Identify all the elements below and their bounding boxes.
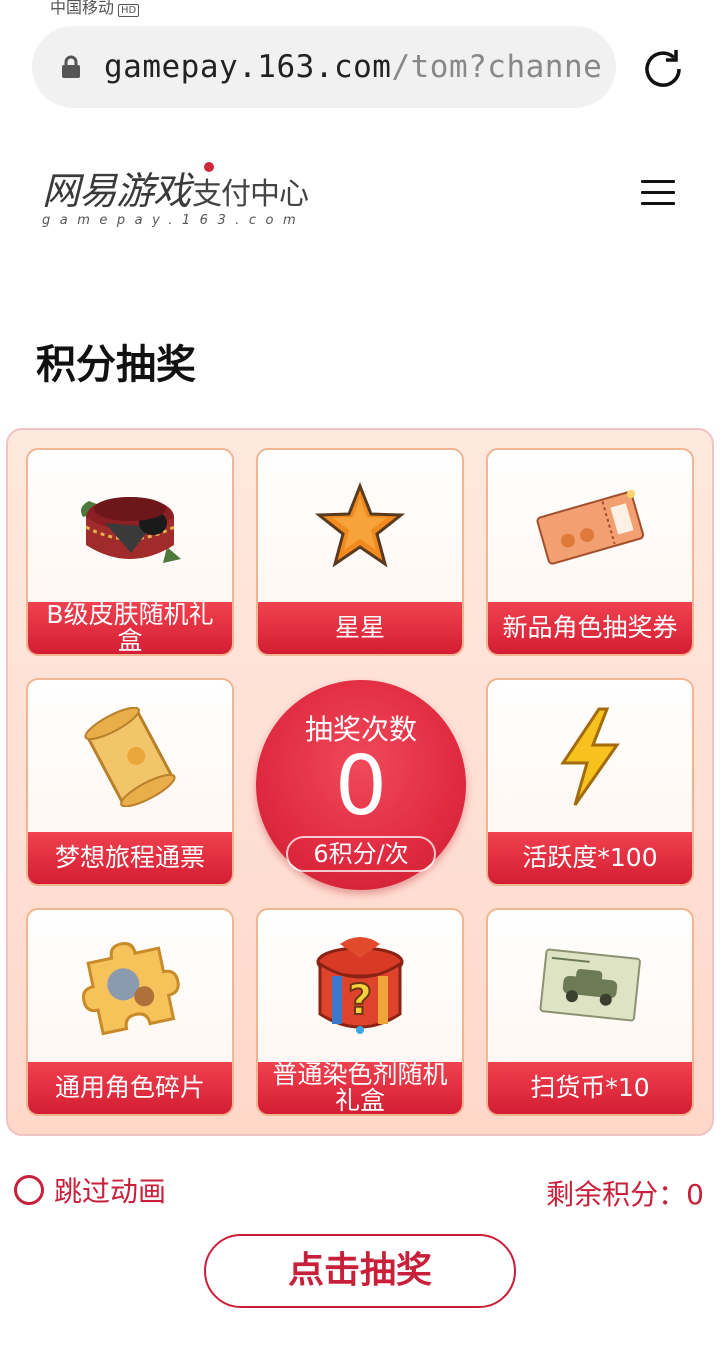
- page-title: 积分抽奖: [36, 342, 196, 388]
- ticket-icon: [536, 490, 645, 565]
- logo-domain: gamepay.163.com: [42, 213, 306, 228]
- address-bar[interactable]: gamepay.163.com/tom?channe: [32, 26, 616, 108]
- prize-label: 梦想旅程通票: [28, 832, 232, 884]
- hd-badge: HD: [118, 4, 140, 17]
- lock-icon: [62, 55, 80, 78]
- prize-label: 普通染色剂随机礼盒: [258, 1062, 462, 1114]
- prize-cell-puzzle: 通用角色碎片: [26, 908, 234, 1116]
- prize-label: 新品角色抽奖券: [488, 602, 692, 654]
- draw-cost: 6积分/次: [286, 836, 436, 872]
- draw-button[interactable]: 点击抽奖: [204, 1234, 516, 1308]
- prize-cell-activity: 活跃度*100: [486, 678, 694, 886]
- status-bar: 中国移动 HD: [50, 0, 140, 18]
- url-text: gamepay.163.com/tom?channe: [104, 49, 603, 85]
- prize-cell-scroll: 梦想旅程通票: [26, 678, 234, 886]
- logo-main-text: 网易游戏: [42, 169, 191, 213]
- prize-label: 扫货币*10: [488, 1062, 692, 1114]
- scroll-icon: [84, 707, 176, 807]
- radio-unchecked-icon[interactable]: [14, 1175, 44, 1205]
- prize-cell-star: 星星: [256, 448, 464, 656]
- prize-label: 通用角色碎片: [28, 1062, 232, 1114]
- hamburger-menu-icon[interactable]: [641, 180, 675, 206]
- prize-cell-ticket: 新品角色抽奖券: [486, 448, 694, 656]
- prize-label: 活跃度*100: [488, 832, 692, 884]
- puzzle-piece-icon: [81, 942, 180, 1036]
- gift-box-icon: [81, 497, 181, 563]
- mystery-box-icon: ?: [316, 937, 404, 1034]
- prize-cell-gift-box: B级皮肤随机礼盒: [26, 448, 234, 656]
- prize-label: 星星: [258, 602, 462, 654]
- skip-animation-label: 跳过动画: [54, 1175, 167, 1208]
- svg-text:?: ?: [348, 975, 372, 1024]
- lightning-icon: [560, 707, 620, 806]
- lottery-board: B级皮肤随机礼盒 星星 新品角色抽奖券 梦想旅程通票 抽奖次数 0 6积分/次 …: [6, 428, 714, 1136]
- draw-count-value: 0: [334, 739, 388, 834]
- prize-cell-mystery-box: ? 普通染色剂随机礼盒: [256, 908, 464, 1116]
- car-ticket-icon: [539, 948, 641, 1022]
- site-logo[interactable]: 网易游戏支付中心 gamepay.163.com: [42, 160, 309, 228]
- logo-sub-text: 支付中心: [192, 177, 309, 212]
- logo-accent-dot: [204, 162, 214, 172]
- prize-cell-currency: 扫货币*10: [486, 908, 694, 1116]
- prize-label: B级皮肤随机礼盒: [28, 602, 232, 654]
- star-icon: [315, 482, 405, 568]
- remaining-points: 剩余积分：0: [546, 1178, 704, 1211]
- carrier-name: 中国移动: [50, 0, 115, 17]
- draw-count-center[interactable]: 抽奖次数 0 6积分/次: [256, 680, 466, 890]
- skip-animation-toggle[interactable]: 跳过动画: [14, 1170, 166, 1210]
- reload-icon[interactable]: [640, 46, 686, 92]
